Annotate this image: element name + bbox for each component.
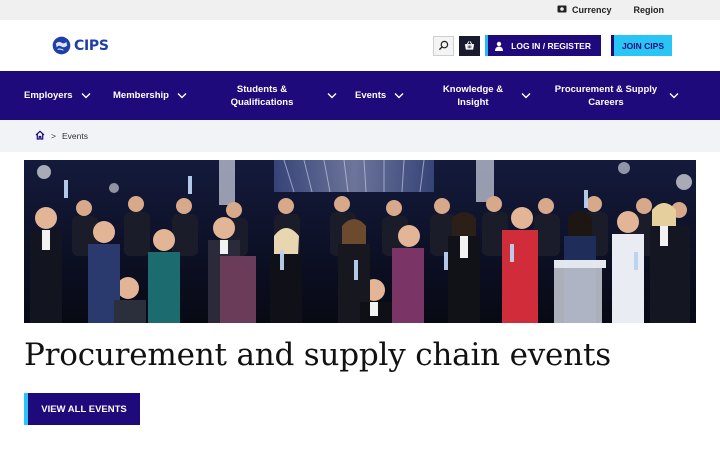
- utility-bar: Currency Region: [0, 0, 720, 20]
- cips-logo[interactable]: CIPS: [52, 36, 109, 55]
- nav-item-membership[interactable]: Membership: [113, 89, 203, 102]
- nav-label: Events: [355, 90, 387, 101]
- currency-label: Currency: [571, 5, 612, 15]
- cta-label: VIEW ALL EVENTS: [41, 403, 127, 415]
- login-register-button[interactable]: LOG IN / REGISTER: [485, 35, 601, 56]
- search-icon: [439, 40, 449, 51]
- chevron-down-icon: [521, 93, 531, 99]
- chevron-down-icon: [394, 93, 404, 99]
- search-button[interactable]: [433, 35, 455, 56]
- user-icon: [495, 41, 504, 51]
- nav-item-events[interactable]: Events: [355, 89, 415, 102]
- breadcrumb: > Events: [0, 120, 720, 152]
- join-label: JOIN CIPS: [621, 40, 664, 51]
- main-navigation: Employers Membership Students & Qualific…: [0, 71, 720, 120]
- join-cips-button[interactable]: JOIN CIPS: [610, 35, 672, 56]
- basket-icon: [465, 41, 475, 50]
- nav-item-employers[interactable]: Employers: [24, 89, 102, 102]
- chevron-down-icon: [669, 93, 679, 99]
- hero-image: [24, 160, 696, 323]
- nav-label: Membership: [113, 90, 169, 101]
- nav-label: Knowledge & Insight: [442, 83, 504, 108]
- nav-label: Students & Qualifications: [230, 83, 294, 108]
- region-selector[interactable]: Region: [634, 5, 665, 15]
- basket-button[interactable]: [459, 35, 481, 56]
- nav-label: Procurement & Supply Careers: [554, 83, 658, 108]
- view-all-events-button[interactable]: VIEW ALL EVENTS: [24, 393, 140, 425]
- nav-item-procurement-supply-careers[interactable]: Procurement & Supply Careers: [551, 83, 681, 109]
- breadcrumb-separator: >: [51, 131, 56, 141]
- login-label: LOG IN / REGISTER: [511, 40, 591, 51]
- breadcrumb-current: Events: [61, 131, 88, 141]
- region-label: Region: [633, 5, 665, 15]
- header-actions: LOG IN / REGISTER JOIN CIPS: [433, 35, 672, 56]
- event-photo: [24, 160, 696, 323]
- home-icon[interactable]: [35, 130, 45, 142]
- chevron-down-icon: [327, 93, 337, 99]
- nav-label: Employers: [24, 90, 73, 101]
- chevron-down-icon: [177, 93, 187, 99]
- logo-text: CIPS: [74, 37, 109, 54]
- chevron-down-icon: [81, 93, 91, 99]
- page-title: Procurement and supply chain events: [24, 337, 611, 373]
- nav-item-knowledge-insight[interactable]: Knowledge & Insight: [439, 83, 535, 109]
- nav-item-students-qualifications[interactable]: Students & Qualifications: [219, 83, 339, 109]
- cash-icon: [557, 5, 567, 15]
- currency-selector[interactable]: Currency: [557, 5, 612, 15]
- site-header: CIPS LOG IN / REGISTER JOIN CIPS: [0, 20, 720, 71]
- globe-icon: [52, 36, 71, 55]
